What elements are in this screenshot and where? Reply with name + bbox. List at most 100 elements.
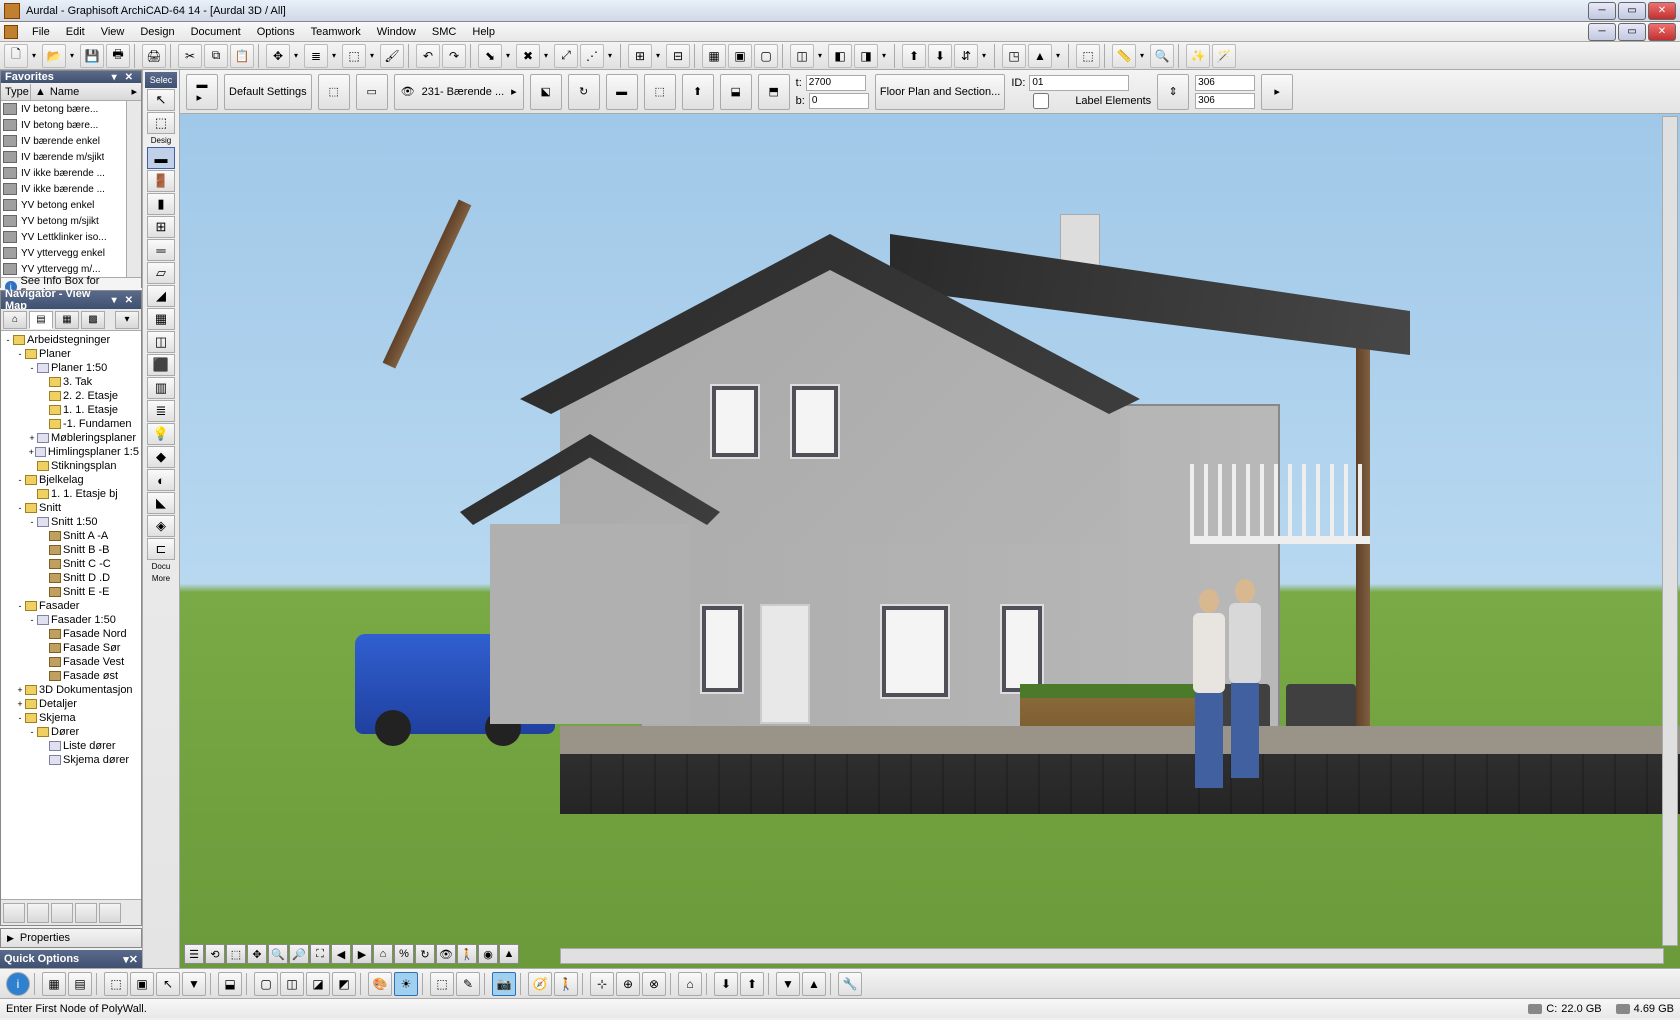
bb-render-button[interactable]: 🎨 <box>368 972 392 996</box>
vp-perspective-button[interactable]: ▲ <box>499 944 519 964</box>
stair-tool[interactable]: ≣ <box>147 400 175 422</box>
bb-align2-button[interactable]: ⊕ <box>616 972 640 996</box>
tree-item[interactable]: -Skjema <box>3 711 139 725</box>
vp-explore-button[interactable]: 👁 <box>436 944 456 964</box>
open-button[interactable]: 📂 <box>42 44 66 68</box>
tree-item[interactable]: Liste dører <box>3 739 139 753</box>
elevation-icon[interactable]: ⇕ <box>1157 74 1189 110</box>
nav-settings-button[interactable] <box>27 903 49 923</box>
guide2-button[interactable]: ⊟ <box>666 44 690 68</box>
favorites-minimize-icon[interactable]: ▾ <box>108 72 121 83</box>
bb-align1-button[interactable]: ⊹ <box>590 972 614 996</box>
bb-home-button[interactable]: ⌂ <box>678 972 702 996</box>
viewport-v-scrollbar[interactable] <box>1662 116 1678 946</box>
bb-cutplane-button[interactable]: ⬓ <box>218 972 242 996</box>
favorites-item[interactable]: YV yttervegg enkel <box>1 245 126 261</box>
favorites-item[interactable]: YV Lettklinker iso... <box>1 229 126 245</box>
nav-new-folder-button[interactable] <box>51 903 73 923</box>
tree-item[interactable]: -1. Fundamen <box>3 417 139 431</box>
nav-tab-chooser[interactable]: ▾ <box>115 311 139 329</box>
fav-col-name[interactable]: ▲Name▸ <box>31 83 141 100</box>
wall-end-tool[interactable]: ⊏ <box>147 538 175 560</box>
menu-document[interactable]: Document <box>183 24 249 40</box>
mdi-restore-button[interactable]: ▭ <box>1618 23 1646 41</box>
tree-item[interactable]: +Detaljer <box>3 697 139 711</box>
wall-tool[interactable]: ▬ <box>147 147 175 169</box>
bb-drop3-button[interactable]: ▼ <box>776 972 800 996</box>
navigator-minimize-icon[interactable]: ▾ <box>108 295 121 306</box>
bb-drop4-button[interactable]: ▲ <box>802 972 826 996</box>
tree-item[interactable]: -Dører <box>3 725 139 739</box>
curtain-tool[interactable]: ▥ <box>147 377 175 399</box>
nav-tab-viewmap[interactable]: ▤ <box>29 311 53 329</box>
goto-floor-button[interactable]: ⇵ <box>954 44 978 68</box>
floorplan-section-button[interactable]: Floor Plan and Section... <box>875 74 1005 110</box>
marquee-tool[interactable]: ⬚ <box>147 112 175 134</box>
default-settings-button[interactable]: Default Settings <box>224 74 312 110</box>
beam-tool[interactable]: ═ <box>147 239 175 261</box>
t-input[interactable] <box>806 75 866 91</box>
home-story-button[interactable]: ⬆ <box>682 74 714 110</box>
bb-filter-button[interactable]: ▼ <box>182 972 206 996</box>
copy-button[interactable]: ⧉ <box>204 44 228 68</box>
menu-help[interactable]: Help <box>464 24 503 40</box>
window-tool[interactable]: ⊞ <box>147 216 175 238</box>
vp-next-button[interactable]: ▶ <box>352 944 372 964</box>
ref2-button[interactable]: ◨ <box>854 44 878 68</box>
group-button[interactable]: ▣ <box>728 44 752 68</box>
navigator-close-icon[interactable]: ✕ <box>121 295 137 306</box>
cut-button[interactable]: ✂ <box>178 44 202 68</box>
vp-settings-button[interactable]: ☰ <box>184 944 204 964</box>
vp-prev-button[interactable]: ◀ <box>331 944 351 964</box>
vp-frame-button[interactable]: ⬚ <box>226 944 246 964</box>
slab-tool[interactable]: ▱ <box>147 262 175 284</box>
favorites-header[interactable]: Favorites ▾ ✕ <box>1 71 141 83</box>
id-input[interactable] <box>1029 75 1129 91</box>
tree-item[interactable]: +Himlingsplaner 1:5 <box>3 445 139 459</box>
minimize-button[interactable]: ─ <box>1588 2 1616 20</box>
favorites-item[interactable]: YV betong m/sjikt <box>1 213 126 229</box>
vp-orbit-button[interactable]: ⟲ <box>205 944 225 964</box>
tree-item[interactable]: -Bjelkelag <box>3 473 139 487</box>
menu-options[interactable]: Options <box>249 24 303 40</box>
tree-item[interactable]: Snitt B -B <box>3 543 139 557</box>
favorites-item[interactable]: IV betong bære... <box>1 101 126 117</box>
label-elements-checkbox[interactable] <box>1011 93 1071 109</box>
top-link-button[interactable]: ⬓ <box>720 74 752 110</box>
menu-teamwork[interactable]: Teamwork <box>303 24 369 40</box>
favorites-item[interactable]: YV betong enkel <box>1 197 126 213</box>
tree-item[interactable]: Fasade Vest <box>3 655 139 669</box>
fence-button[interactable]: ⬚ <box>1076 44 1100 68</box>
quick-options-header[interactable]: Quick Options ▾ ✕ <box>0 950 142 968</box>
bb-selection-button[interactable]: ↖ <box>156 972 180 996</box>
bb-marquee-button[interactable]: ▣ <box>130 972 154 996</box>
maximize-button[interactable]: ▭ <box>1618 2 1646 20</box>
bottom-link-button[interactable]: ⬒ <box>758 74 790 110</box>
brush-button[interactable]: 🖌 <box>380 44 404 68</box>
close-button[interactable]: ✕ <box>1648 2 1676 20</box>
vp-pan-button[interactable]: ✥ <box>247 944 267 964</box>
ungroup-button[interactable]: ▢ <box>754 44 778 68</box>
elev2-input[interactable] <box>1195 93 1255 109</box>
tree-item[interactable]: -Planer <box>3 347 139 361</box>
element-icon-button[interactable]: ▬▸ <box>186 74 218 110</box>
tree-item[interactable]: Fasade øst <box>3 669 139 683</box>
bb-layout-button[interactable]: ▦ <box>42 972 66 996</box>
mdi-minimize-button[interactable]: ─ <box>1588 23 1616 41</box>
tree-item[interactable]: -Snitt 1:50 <box>3 515 139 529</box>
composite-button[interactable]: ▬ <box>606 74 638 110</box>
menu-window[interactable]: Window <box>369 24 424 40</box>
corner-tool[interactable]: ◣ <box>147 492 175 514</box>
favorites-item[interactable]: IV bærende m/sjikt <box>1 149 126 165</box>
snap4-button[interactable]: ⋰ <box>580 44 604 68</box>
arrow-tool[interactable]: ↖ <box>147 89 175 111</box>
viewport-h-scrollbar[interactable] <box>560 948 1664 964</box>
properties-panel-header[interactable]: ▶ Properties <box>0 928 142 948</box>
zone-tool[interactable]: ⬛ <box>147 354 175 376</box>
nav-clone-button[interactable] <box>75 903 97 923</box>
vp-fit-button[interactable]: ⛶ <box>310 944 330 964</box>
column-tool[interactable]: ▮ <box>147 193 175 215</box>
lamp-tool[interactable]: 💡 <box>147 423 175 445</box>
bb-shade2-button[interactable]: ◪ <box>306 972 330 996</box>
tree-item[interactable]: Skjema dører <box>3 753 139 767</box>
